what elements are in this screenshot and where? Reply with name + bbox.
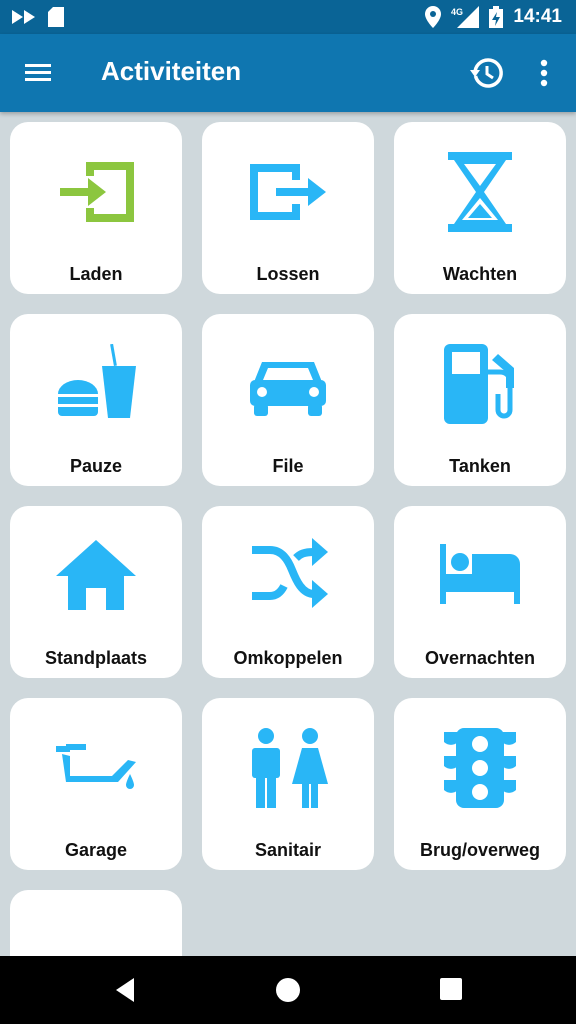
tile-wachten[interactable]: Wachten [394,122,566,294]
traffic-light-icon [444,728,516,808]
tile-label: Lossen [256,264,320,284]
tile-label: Garage [64,840,128,860]
clock: 14:41 [513,6,562,27]
page-title: Activiteiten [101,56,242,86]
recents-icon[interactable] [438,976,464,1002]
tile-garage[interactable]: Garage [10,698,182,870]
car-icon [250,362,326,416]
tile-omkoppelen[interactable]: Omkoppelen [202,506,374,678]
back-icon[interactable] [112,976,140,1004]
battery-charging-icon [489,6,504,28]
fastfood-icon [58,344,136,418]
tile-laden[interactable]: Laden [10,122,182,294]
tile-brug-overweg[interactable]: Brug/overweg [394,698,566,870]
activity-grid: Laden Lossen Wachten Pauze File Tanken S… [0,112,576,956]
tile-label: Brug/overweg [419,840,541,860]
sd-card-icon [48,7,64,27]
system-nav-bar [0,956,576,1024]
tile-tanken[interactable]: Tanken [394,314,566,486]
tile-label: Overnachten [424,648,536,668]
home-circle-icon[interactable] [274,976,302,1004]
shuffle-icon [252,538,328,608]
tile-label: Omkoppelen [233,648,343,668]
tile-file[interactable]: File [202,314,374,486]
tile-sanitair[interactable]: Sanitair [202,698,374,870]
hourglass-icon [448,152,512,232]
status-bar: 4G 14:41 [0,0,576,34]
more-vert-icon[interactable] [532,56,556,90]
tile-label: Tanken [449,456,511,476]
app-bar: Activiteiten [0,34,576,112]
tile-label: Pauze [69,456,123,476]
home-icon [56,540,136,610]
tile-label: Laden [69,264,123,284]
road-icon [56,920,136,956]
tile-pauze[interactable]: Pauze [10,314,182,486]
tile-label: Sanitair [254,840,322,860]
tile-overnachten[interactable]: Overnachten [394,506,566,678]
network-type: 4G [451,7,463,17]
restroom-icon [252,728,328,808]
tile-standplaats[interactable]: Standplaats [10,506,182,678]
cell-signal-icon: 4G [451,6,480,28]
login-icon [60,162,134,222]
oil-can-icon [56,744,136,789]
tile-label: Wachten [442,264,518,284]
gas-station-icon [444,344,514,424]
tile-label: Standplaats [44,648,148,668]
tile-lossen[interactable]: Lossen [202,122,374,294]
media-play-icon [12,10,35,24]
location-icon [425,6,442,28]
menu-icon[interactable] [22,58,56,88]
history-icon[interactable] [470,56,504,90]
bed-icon [440,544,520,604]
tile-label: File [272,456,304,476]
logout-icon [250,164,326,220]
tile-road[interactable] [10,890,182,956]
